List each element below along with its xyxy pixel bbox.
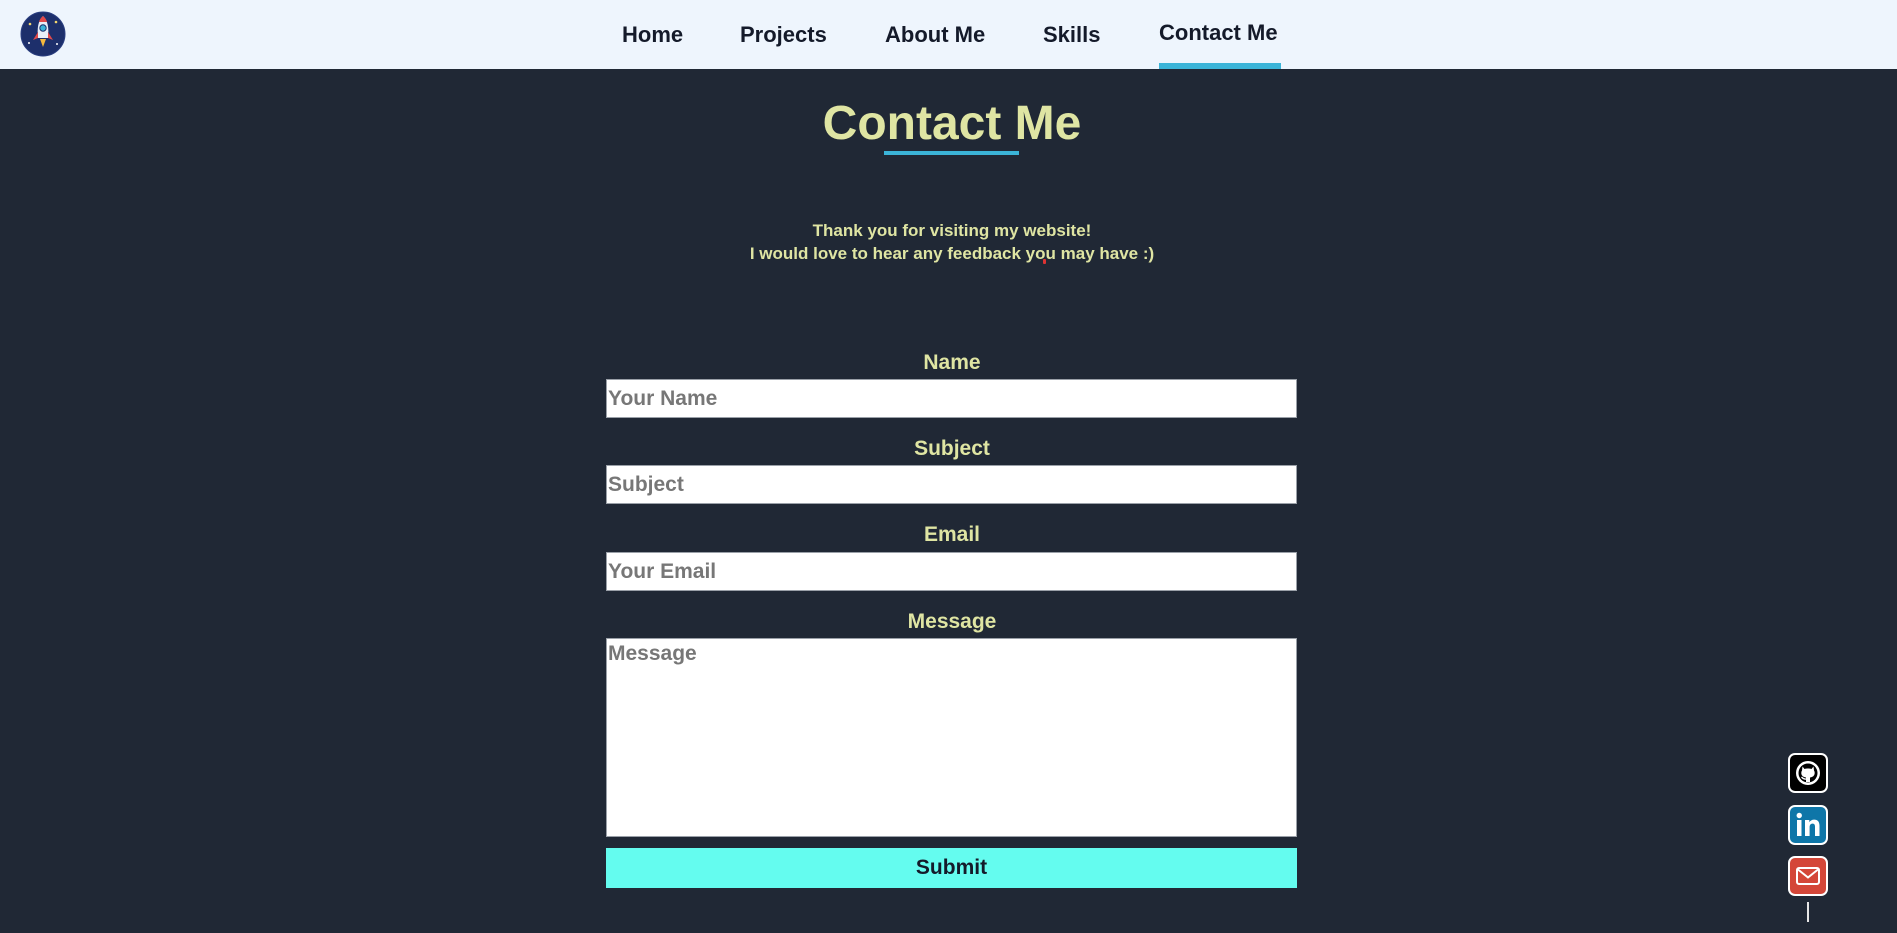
page-title: Contact Me <box>822 97 1082 150</box>
linkedin-icon <box>1790 807 1826 843</box>
cursor-marker <box>1043 259 1046 264</box>
subject-label: Subject <box>914 437 990 460</box>
message-label: Message <box>907 610 997 633</box>
nav-projects[interactable]: Projects <box>740 22 827 48</box>
email-input[interactable] <box>606 552 1297 591</box>
active-nav-underline <box>1159 63 1281 69</box>
linkedin-link[interactable] <box>1788 805 1828 845</box>
intro-text: Thank you for visiting my website! I wou… <box>0 219 1897 265</box>
mail-icon <box>1790 858 1826 894</box>
social-divider-line <box>1807 902 1809 922</box>
nav-links: Home Projects About Me Skills Contact Me <box>0 0 1897 69</box>
github-link[interactable] <box>1788 753 1828 793</box>
message-textarea[interactable] <box>606 638 1297 837</box>
subject-input[interactable] <box>606 465 1297 504</box>
github-icon <box>1790 755 1826 791</box>
name-input[interactable] <box>606 379 1297 418</box>
email-link[interactable] <box>1788 856 1828 896</box>
nav-skills[interactable]: Skills <box>1043 22 1100 48</box>
name-label: Name <box>923 351 981 374</box>
navbar: Home Projects About Me Skills Contact Me <box>0 0 1897 69</box>
title-underline <box>884 151 1019 155</box>
nav-contact-me[interactable]: Contact Me <box>1159 20 1278 46</box>
email-label: Email <box>923 523 981 546</box>
submit-button[interactable]: Submit <box>606 848 1297 888</box>
intro-line-2: I would love to hear any feedback you ma… <box>749 244 1155 263</box>
nav-home[interactable]: Home <box>622 22 683 48</box>
intro-line-1: Thank you for visiting my website! <box>812 221 1092 240</box>
nav-about-me[interactable]: About Me <box>885 22 985 48</box>
